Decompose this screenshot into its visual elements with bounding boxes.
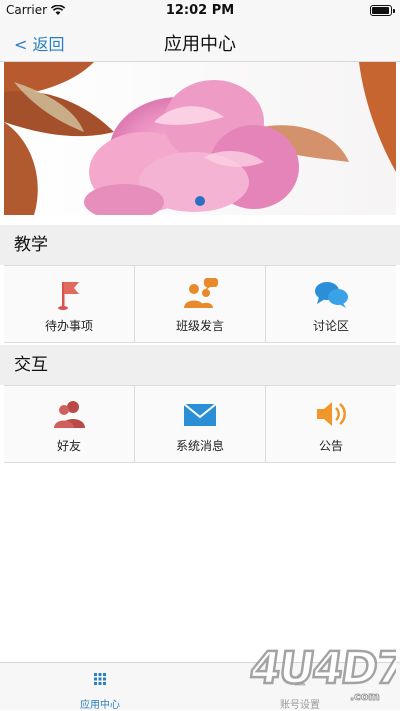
people-chat-icon (184, 278, 218, 308)
flag-icon (58, 282, 79, 310)
carousel-page-dot (195, 196, 205, 206)
friends-icon (54, 401, 85, 428)
grid-icon (94, 673, 106, 685)
discussion-label: 讨论区 (312, 319, 349, 333)
class-speech-tile[interactable]: 班级发言 (135, 266, 266, 342)
friends-label: 好友 (56, 439, 81, 453)
tab-app-center[interactable]: 应用中心 (0, 663, 200, 711)
class-speech-label: 班级发言 (175, 319, 224, 333)
system-message-label: 系统消息 (175, 439, 224, 453)
system-message-tile[interactable]: 系统消息 (135, 386, 266, 462)
tab-bar: 应用中心 账号设置 (0, 662, 400, 711)
teaching-grid: 待办事项 班级发言 讨论区 (4, 265, 396, 343)
friends-tile[interactable]: 好友 (4, 386, 135, 462)
tab-app-center-label: 应用中心 (80, 700, 120, 711)
account-icon (294, 673, 306, 686)
todo-label: 待办事项 (44, 319, 93, 333)
interaction-grid: 好友 系统消息 公告 (4, 385, 396, 463)
chat-bubbles-icon (315, 282, 348, 308)
section-header-interaction: 交互 (0, 345, 400, 385)
navigation-bar: < 返回 应用中心 (0, 22, 400, 62)
discussion-tile[interactable]: 讨论区 (266, 266, 396, 342)
status-bar: Carrier 12:02 PM (0, 0, 400, 22)
announcement-tile[interactable]: 公告 (266, 386, 396, 462)
banner-carousel[interactable] (4, 62, 396, 215)
page-title: 应用中心 (164, 34, 236, 55)
tab-account-settings-label: 账号设置 (280, 700, 320, 711)
todo-tile[interactable]: 待办事项 (4, 266, 135, 342)
status-time: 12:02 PM (165, 3, 235, 18)
banner-image (4, 62, 396, 215)
speaker-icon (317, 402, 346, 426)
tab-account-settings[interactable]: 账号设置 (200, 663, 400, 711)
battery-icon (370, 5, 395, 16)
announcement-label: 公告 (318, 439, 343, 453)
section-header-teaching: 教学 (0, 225, 400, 265)
envelope-icon (183, 403, 217, 426)
